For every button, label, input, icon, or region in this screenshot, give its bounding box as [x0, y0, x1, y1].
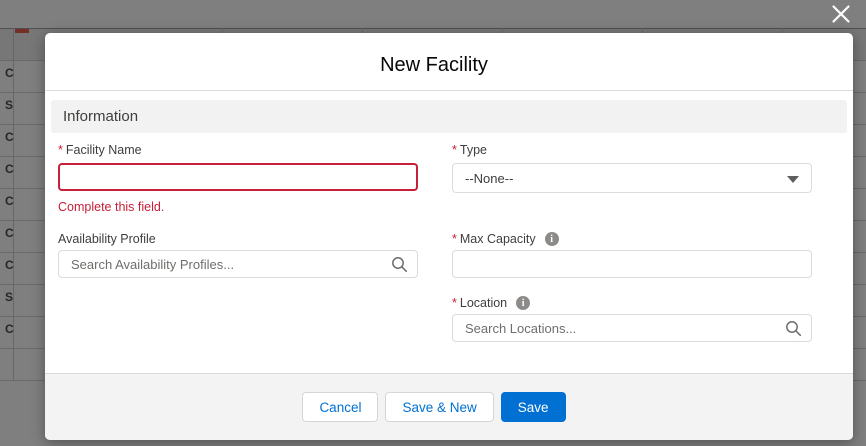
- close-button[interactable]: [826, 0, 856, 28]
- location-field-wrap: [452, 314, 812, 342]
- availability-profile-label-text: Availability Profile: [58, 232, 156, 246]
- type-selected-value: --None--: [465, 170, 514, 186]
- facility-name-input[interactable]: [58, 163, 418, 191]
- required-asterisk: *: [452, 143, 457, 157]
- close-icon: [829, 5, 853, 29]
- type-select[interactable]: --None--: [452, 163, 812, 193]
- location-label: * Location i: [452, 296, 531, 310]
- facility-name-label-text: Facility Name: [65, 143, 142, 157]
- type-label: * Type: [452, 143, 487, 157]
- required-asterisk: *: [452, 232, 457, 246]
- availability-profile-field-wrap: [58, 250, 418, 278]
- chevron-down-icon: [787, 171, 799, 186]
- type-label-text: Type: [459, 143, 487, 157]
- facility-name-error: Complete this field.: [58, 200, 165, 214]
- required-asterisk: *: [58, 143, 63, 157]
- facility-name-field-wrap: [58, 163, 418, 191]
- max-capacity-label: * Max Capacity i: [452, 232, 559, 246]
- max-capacity-input[interactable]: [452, 250, 812, 278]
- header-divider: [45, 90, 853, 91]
- info-icon[interactable]: i: [544, 232, 559, 246]
- max-capacity-label-text: Max Capacity: [459, 232, 536, 246]
- info-icon[interactable]: i: [516, 296, 531, 310]
- max-capacity-field-wrap: [452, 250, 812, 278]
- save-button[interactable]: Save: [500, 392, 566, 422]
- required-asterisk: *: [452, 296, 457, 310]
- modal-title: New Facility: [380, 54, 488, 76]
- section-header-information: Information: [51, 100, 847, 133]
- save-and-new-button[interactable]: Save & New: [385, 392, 494, 422]
- facility-name-label: * Facility Name: [58, 143, 142, 157]
- location-label-text: Location: [459, 296, 508, 310]
- availability-profile-search-input[interactable]: [58, 250, 418, 278]
- new-facility-modal: New Facility Information * Facility Name…: [45, 33, 853, 440]
- cancel-button[interactable]: Cancel: [302, 392, 379, 422]
- availability-profile-label: Availability Profile: [58, 232, 156, 246]
- location-search-input[interactable]: [452, 314, 812, 342]
- modal-footer: Cancel Save & New Save: [45, 373, 853, 440]
